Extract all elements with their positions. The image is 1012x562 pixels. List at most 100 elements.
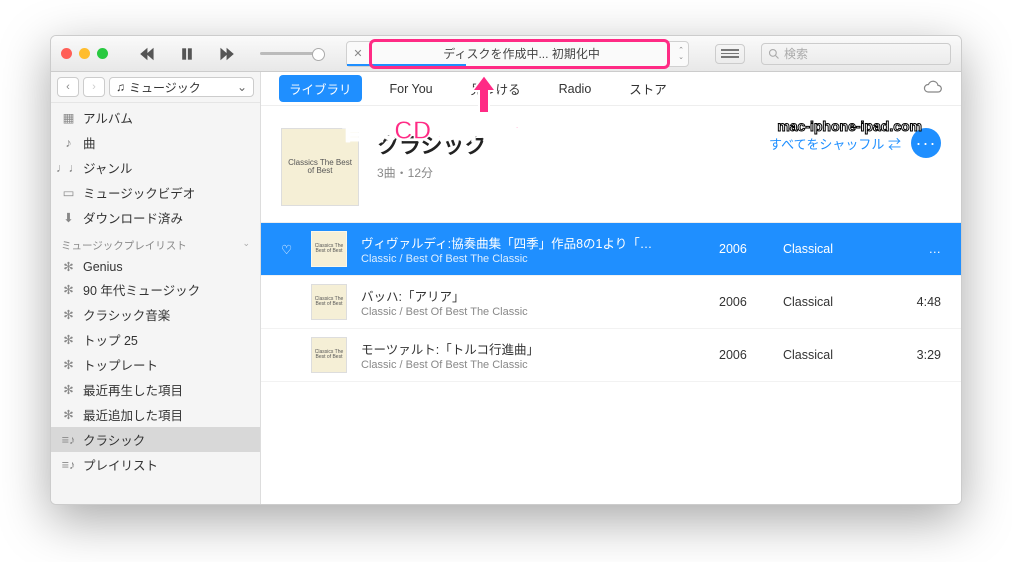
volume-slider[interactable]: [260, 52, 320, 55]
playlist-actions: すべてをシャッフル ⇄ ···: [769, 128, 941, 158]
track-row[interactable]: ♡ Classics The Best of Best ヴィヴァルディ:協奏曲集…: [261, 223, 961, 276]
sidebar-item-genius[interactable]: ✻Genius: [51, 256, 260, 277]
search-icon: [768, 48, 780, 60]
sidebar-item-playlist[interactable]: ≡♪プレイリスト: [51, 452, 260, 477]
sidebar-top: ‹ › ♫ ミュージック ⌄: [51, 72, 260, 103]
track-genre: Classical: [783, 348, 883, 362]
track-cover: Classics The Best of Best: [311, 337, 347, 373]
track-genre: Classical: [783, 295, 883, 309]
sidebar-item-recent-added[interactable]: ✻最近追加した項目: [51, 402, 260, 427]
tabbar: ライブラリ For You 見つける Radio ストア: [261, 72, 961, 106]
itunes-window: ✕ ディスクを作成中... 初期化中 ⌃⌄ 検索 ‹ › ♫ ミュージック ⌄: [50, 35, 962, 505]
track-info: バッハ:「アリア」 Classic / Best Of Best The Cla…: [361, 286, 705, 318]
track-genre: Classical: [783, 242, 883, 256]
gear-icon: ✻: [61, 282, 76, 297]
track-subtitle: Classic / Best Of Best The Classic: [361, 253, 705, 265]
sidebar-item-toprated[interactable]: ✻トップレート: [51, 352, 260, 377]
track-more-button[interactable]: …: [897, 242, 941, 256]
gear-icon: ✻: [61, 382, 76, 397]
video-icon: ▭: [61, 185, 76, 200]
status-text: ディスクを作成中... 初期化中: [369, 45, 674, 62]
sidebar-item-musicvideo[interactable]: ▭ミュージックビデオ: [51, 180, 260, 205]
track-duration: 4:48: [897, 295, 941, 309]
music-icon: ♫: [116, 80, 125, 94]
shuffle-all-button[interactable]: すべてをシャッフル ⇄: [769, 134, 901, 153]
gear-icon: ✻: [61, 357, 76, 372]
track-year: 2006: [719, 295, 769, 309]
titlebar: ✕ ディスクを作成中... 初期化中 ⌃⌄ 検索: [51, 36, 961, 72]
sidebar-playlists-header: ミュージックプレイリスト ⌄: [51, 230, 260, 256]
love-button[interactable]: ♡: [281, 242, 297, 257]
track-info: ヴィヴァルディ:協奏曲集「四季」作品8の1より「… Classic / Best…: [361, 233, 705, 265]
back-button[interactable]: ‹: [57, 77, 79, 97]
playlist-titles: クラシック 3曲・12分: [377, 128, 487, 181]
track-title: ヴィヴァルディ:協奏曲集「四季」作品8の1より「…: [361, 233, 705, 252]
track-year: 2006: [719, 348, 769, 362]
track-title: バッハ:「アリア」: [361, 286, 705, 305]
window-controls: [61, 48, 108, 59]
shuffle-icon: ⇄: [888, 137, 901, 152]
more-actions-button[interactable]: ···: [911, 128, 941, 158]
gear-icon: ✻: [61, 332, 76, 347]
tab-browse[interactable]: 見つける: [461, 75, 531, 102]
album-icon: ▦: [61, 110, 76, 125]
close-window-button[interactable]: [61, 48, 72, 59]
tab-radio[interactable]: Radio: [549, 78, 602, 100]
playlist-icon: ≡♪: [61, 432, 76, 447]
media-selector-label: ミュージック: [129, 79, 201, 96]
tab-foryou[interactable]: For You: [380, 78, 443, 100]
tab-store[interactable]: ストア: [619, 75, 677, 102]
gear-icon: ✻: [61, 407, 76, 422]
sidebar-item-songs[interactable]: ♪曲: [51, 130, 260, 155]
track-list: ♡ Classics The Best of Best ヴィヴァルディ:協奏曲集…: [261, 222, 961, 382]
minimize-window-button[interactable]: [79, 48, 90, 59]
status-expand-button[interactable]: ⌃⌄: [674, 47, 688, 61]
search-input[interactable]: 検索: [761, 43, 951, 65]
playlist-cover: Classics The Best of Best: [281, 128, 359, 206]
media-type-selector[interactable]: ♫ ミュージック ⌄: [109, 77, 254, 97]
chevron-down-icon: ⌄: [237, 80, 247, 94]
sidebar-item-genre[interactable]: ♩♩ジャンル: [51, 155, 260, 180]
track-title: モーツァルト:「トルコ行進曲」: [361, 339, 705, 358]
note-icon: ♪: [61, 135, 76, 150]
download-icon: ⬇: [61, 210, 76, 225]
main-content: ライブラリ For You 見つける Radio ストア Classics Th…: [261, 72, 961, 504]
sidebar-item-downloaded[interactable]: ⬇ダウンロード済み: [51, 205, 260, 230]
genre-icon: ♩♩: [61, 160, 76, 175]
sidebar-item-classical-music[interactable]: ✻クラシック音楽: [51, 302, 260, 327]
maximize-window-button[interactable]: [97, 48, 108, 59]
sidebar-item-90s[interactable]: ✻90 年代ミュージック: [51, 277, 260, 302]
cancel-burn-button[interactable]: ✕: [347, 47, 369, 60]
previous-track-button[interactable]: [134, 43, 160, 65]
playlist-icon: ≡♪: [61, 457, 76, 472]
sidebar-item-recent-played[interactable]: ✻最近再生した項目: [51, 377, 260, 402]
search-placeholder: 検索: [784, 45, 808, 62]
track-row[interactable]: Classics The Best of Best モーツァルト:「トルコ行進曲…: [261, 329, 961, 382]
track-info: モーツァルト:「トルコ行進曲」 Classic / Best Of Best T…: [361, 339, 705, 371]
track-year: 2006: [719, 242, 769, 256]
next-track-button[interactable]: [214, 43, 240, 65]
sidebar-item-top25[interactable]: ✻トップ 25: [51, 327, 260, 352]
collapse-icon[interactable]: ⌄: [242, 238, 250, 253]
tab-library[interactable]: ライブラリ: [279, 75, 362, 102]
status-display: ✕ ディスクを作成中... 初期化中 ⌃⌄: [346, 41, 689, 67]
track-subtitle: Classic / Best Of Best The Classic: [361, 359, 705, 371]
cloud-icon[interactable]: [923, 80, 943, 97]
track-duration: 3:29: [897, 348, 941, 362]
sidebar-item-classic[interactable]: ≡♪クラシック: [51, 427, 260, 452]
track-cover: Classics The Best of Best: [311, 231, 347, 267]
gear-icon: ✻: [61, 259, 76, 274]
playlist-subtitle: 3曲・12分: [377, 164, 487, 181]
list-view-button[interactable]: [715, 44, 745, 64]
playlist-header: Classics The Best of Best クラシック 3曲・12分 す…: [261, 106, 961, 222]
forward-button[interactable]: ›: [83, 77, 105, 97]
track-cover: Classics The Best of Best: [311, 284, 347, 320]
track-row[interactable]: Classics The Best of Best バッハ:「アリア」 Clas…: [261, 276, 961, 329]
sidebar-item-album[interactable]: ▦アルバム: [51, 105, 260, 130]
playlist-title: クラシック: [377, 128, 487, 160]
track-subtitle: Classic / Best Of Best The Classic: [361, 306, 705, 318]
sidebar: ‹ › ♫ ミュージック ⌄ ▦アルバム ♪曲 ♩♩ジャンル ▭ミュージックビデ…: [51, 72, 261, 504]
playback-controls: [134, 43, 320, 65]
play-pause-button[interactable]: [174, 43, 200, 65]
burn-progress-bar: [347, 64, 466, 66]
